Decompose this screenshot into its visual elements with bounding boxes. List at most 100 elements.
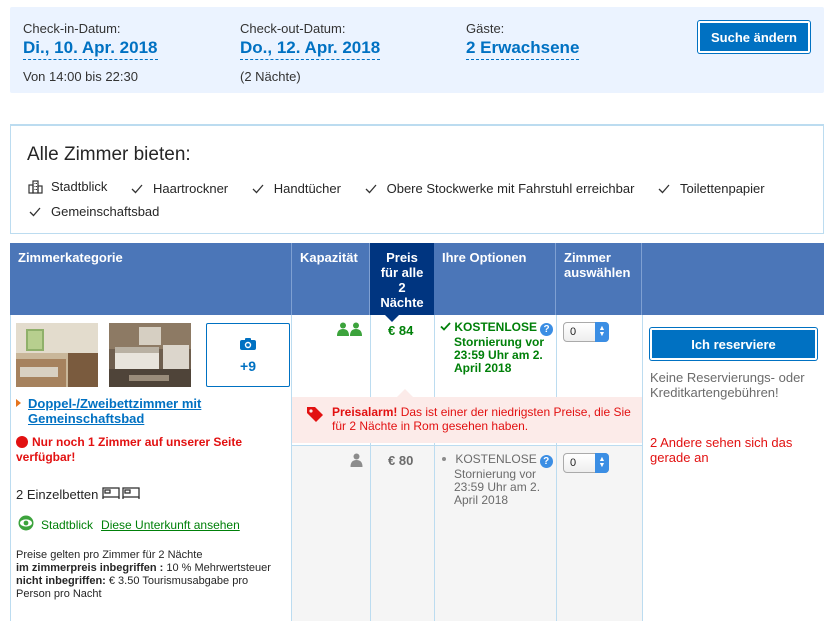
price-alarm-pointer: [397, 389, 413, 397]
facility-item: Gemeinschaftsbad: [27, 201, 159, 223]
price-info-line: Preise gelten pro Zimmer für 2 Nächte: [16, 549, 203, 561]
option-text: Stornierung vor 23:59 Uhr am 2. April 20…: [454, 467, 541, 507]
guests-label: Gäste:: [466, 21, 505, 36]
header-select-rooms: Zimmer auswählen: [556, 243, 642, 315]
bed-info: 2 Einzelbetten: [16, 486, 141, 503]
no-fees-note: Keine Reservierungs- oder Kreditkartenge…: [650, 370, 805, 400]
price-conditions: Preise gelten pro Zimmer für 2 Nächte im…: [16, 549, 286, 601]
facility-item: Stadtblick: [27, 176, 107, 198]
room-table-header: Zimmerkategorie Kapazität Preis für alle…: [10, 243, 824, 315]
option-text: Stornierung vor 23:59 Uhr am 2. April 20…: [454, 335, 545, 375]
search-summary-bar: Check-in-Datum: Di., 10. Apr. 2018 Von 1…: [10, 7, 824, 93]
price-tag-icon: [306, 406, 324, 425]
view-info: Stadtblick Diese Unterkunft ansehen: [16, 515, 240, 534]
more-photos-count: +9: [240, 357, 256, 374]
col-divider: [291, 315, 292, 621]
checkout-label: Check-out-Datum:: [240, 21, 346, 36]
city-view-icon: [27, 179, 43, 195]
room-table-body: +9 Doppel-/Zweibettzimmer mit Gemeinscha…: [10, 315, 824, 621]
checkin-label: Check-in-Datum:: [23, 21, 121, 36]
offer-option: KOSTENLOSE? Stornierung vor 23:59 Uhr am…: [440, 453, 560, 507]
facility-item: Handtücher: [250, 178, 341, 200]
check-icon: [363, 181, 379, 197]
guests-value[interactable]: 2 Erwachsene: [466, 38, 580, 60]
room-photo[interactable]: [109, 323, 191, 387]
two-persons-icon: [337, 322, 363, 339]
not-included-label: nicht inbegriffen:: [16, 575, 106, 587]
offer-price: € 80: [388, 453, 414, 468]
view-property-link[interactable]: Diese Unterkunft ansehen: [101, 518, 240, 532]
check-icon: [250, 181, 266, 197]
select-arrows-icon: ▲ ▼: [595, 453, 609, 473]
eye-icon: [16, 515, 36, 534]
help-icon[interactable]: ?: [539, 455, 553, 468]
room-facilities-panel: Alle Zimmer bieten: Stadtblick Haartrock…: [10, 124, 824, 234]
facility-item: Toilettenpapier: [656, 178, 765, 200]
facility-item: Obere Stockwerke mit Fahrstuhl erreichba…: [363, 178, 635, 200]
col-divider: [434, 315, 435, 621]
urgency-message: Nur noch 1 Zimmer auf unserer Seite verf…: [16, 435, 286, 465]
facility-label: Haartrockner: [153, 181, 229, 196]
facility-label: Toilettenpapier: [680, 181, 765, 196]
facility-label: Gemeinschaftsbad: [51, 204, 160, 219]
included-label: im zimmerpreis inbegriffen :: [16, 562, 164, 574]
price-alarm-banner: Preisalarm! Das ist einer der niedrigste…: [292, 397, 642, 443]
room-quantity-select[interactable]: 0 ▲ ▼: [563, 322, 609, 342]
price-info-line: nicht inbegriffen: € 3.50 Tourismusabgab…: [16, 575, 286, 601]
room-name-link[interactable]: Doppel-/Zweibettzimmer mit Gemeinschafts…: [16, 396, 276, 426]
view-label: Stadtblick: [41, 517, 94, 532]
header-options: Ihre Optionen: [434, 243, 556, 315]
header-price-label: Preis für alle 2 Nächte: [380, 250, 424, 310]
reserve-button[interactable]: Ich reserviere: [650, 328, 817, 360]
more-photos-button[interactable]: +9: [206, 323, 290, 387]
checkout-date[interactable]: Do., 12. Apr. 2018: [240, 38, 381, 60]
col-divider: [642, 315, 643, 621]
checkin-time: Von 14:00 bis 22:30: [23, 69, 138, 84]
facility-label: Handtücher: [273, 181, 341, 196]
facility-label: Obere Stockwerke mit Fahrstuhl erreichba…: [386, 181, 635, 196]
room-photo[interactable]: [16, 323, 98, 387]
row-divider: [292, 445, 642, 446]
guests-block: Gäste: 2 Erwachsene: [466, 21, 580, 60]
check-icon: [656, 181, 672, 197]
price-alarm-title: Preisalarm!: [332, 405, 398, 419]
room-name-text: Doppel-/Zweibettzimmer mit Gemeinschafts…: [28, 396, 202, 426]
offer-price: € 84: [388, 323, 414, 338]
option-head: KOSTENLOSE: [455, 452, 537, 466]
included-text: 10 % Mehrwertsteuer: [163, 562, 271, 574]
col-divider: [370, 315, 371, 621]
facility-label: Stadtblick: [51, 179, 108, 194]
bullet-icon: [442, 457, 446, 461]
others-viewing-note: 2 Andere sehen sich das gerade an: [650, 435, 793, 465]
header-room-category: Zimmerkategorie: [10, 243, 292, 315]
check-icon: [27, 204, 43, 220]
single-bed-icon: [102, 486, 141, 503]
room-quantity-select[interactable]: 0 ▲ ▼: [563, 453, 609, 473]
table-border-left: [10, 315, 11, 621]
option-head: KOSTENLOSE: [454, 320, 538, 334]
change-search-button[interactable]: Suche ändern: [698, 21, 810, 53]
bed-label: 2 Einzelbetten: [16, 487, 99, 502]
facility-item: Haartrockner: [129, 178, 228, 200]
select-value: 0: [570, 326, 577, 338]
price-info-line: im zimmerpreis inbegriffen : 10 % Mehrwe…: [16, 562, 286, 575]
one-person-icon: [350, 453, 363, 470]
camera-icon: [239, 337, 257, 354]
offer-option: KOSTENLOSE? Stornierung vor 23:59 Uhr am…: [440, 321, 560, 375]
checkin-block: Check-in-Datum: Di., 10. Apr. 2018 Von 1…: [23, 21, 158, 84]
checkout-block: Check-out-Datum: Do., 12. Apr. 2018 (2 N…: [240, 21, 381, 84]
select-value: 0: [570, 457, 577, 469]
select-arrows-icon: ▲ ▼: [595, 322, 609, 342]
alert-dot-icon: [16, 436, 28, 448]
checkout-nights: (2 Nächte): [240, 69, 301, 84]
price-alarm-text: Preisalarm! Das ist einer der niedrigste…: [332, 405, 632, 433]
checkin-date[interactable]: Di., 10. Apr. 2018: [23, 38, 158, 60]
urgency-text: Nur noch 1 Zimmer auf unserer Seite verf…: [16, 435, 243, 464]
header-reserve: [642, 243, 824, 315]
header-price: Preis für alle 2 Nächte: [370, 243, 434, 315]
facilities-list: Stadtblick Haartrockner Handtücher Obere…: [27, 176, 817, 224]
facilities-title: Alle Zimmer bieten:: [27, 144, 191, 165]
check-icon: [440, 320, 451, 334]
check-icon: [129, 181, 145, 197]
header-capacity: Kapazität: [292, 243, 370, 315]
